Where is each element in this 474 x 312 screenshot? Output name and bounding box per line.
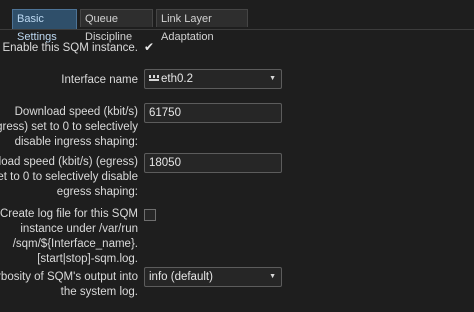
tab-queue-discipline[interactable]: Queue Discipline: [80, 9, 153, 43]
interface-label: Interface name: [61, 74, 138, 86]
network-icon: [149, 75, 159, 82]
verbosity-label: Verbosity of SQM's output into the syste…: [0, 271, 138, 298]
tab-bar: Basic Settings Queue Discipline Link Lay…: [0, 0, 474, 43]
interface-value: eth0.2: [161, 73, 193, 85]
tab-basic-settings[interactable]: Basic Settings: [12, 9, 77, 43]
upload-speed-label: Upload speed (kbit/s) (egress) set to 0 …: [0, 156, 138, 198]
verbosity-select[interactable]: info (default) ▼: [144, 267, 282, 287]
download-speed-input[interactable]: 61750: [144, 103, 282, 123]
log-file-label: Create log file for this SQM instance un…: [0, 208, 138, 265]
verbosity-value: info (default): [149, 271, 213, 283]
sqm-settings-page: Basic Settings Queue Discipline Link Lay…: [0, 0, 474, 312]
chevron-down-icon: ▼: [269, 75, 276, 82]
download-speed-label: Download speed (kbit/s) (ingress) set to…: [0, 106, 138, 148]
chevron-down-icon: ▼: [269, 273, 276, 280]
tab-link-layer-adaptation[interactable]: Link Layer Adaptation: [156, 9, 248, 43]
check-icon: ✔: [144, 40, 155, 54]
interface-select[interactable]: eth0.2 ▼: [144, 69, 282, 89]
upload-speed-input[interactable]: 18050: [144, 153, 282, 173]
enable-checkbox[interactable]: ✔: [144, 40, 156, 54]
log-file-checkbox[interactable]: [144, 209, 156, 221]
enable-label: Enable this SQM instance.: [2, 42, 138, 54]
